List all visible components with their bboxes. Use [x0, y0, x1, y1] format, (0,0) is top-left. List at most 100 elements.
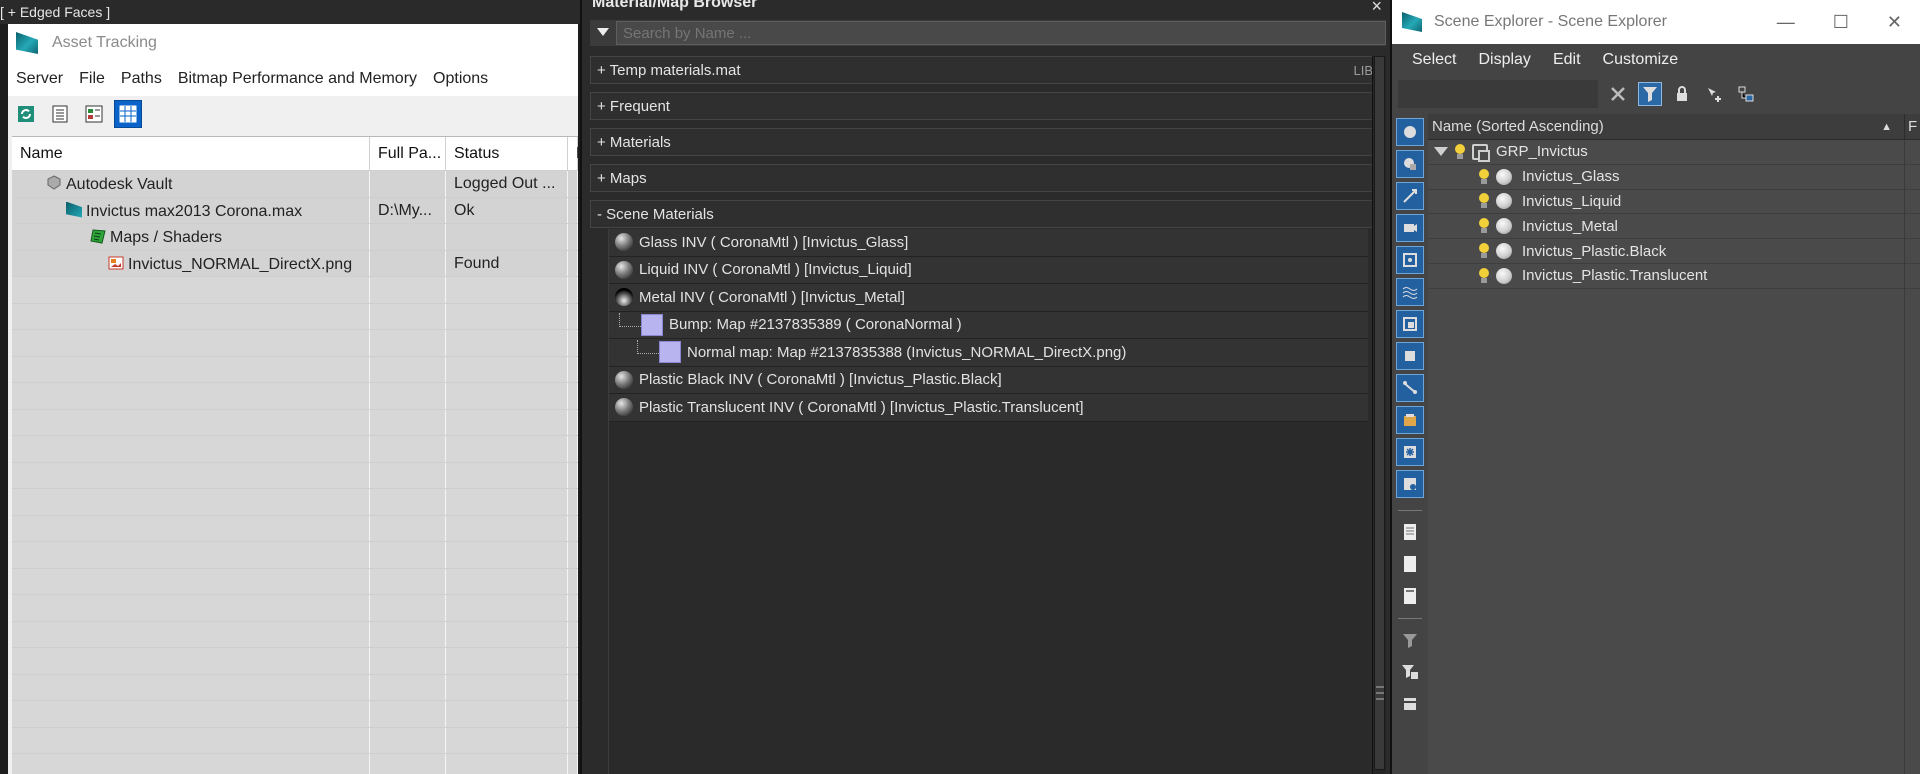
tree-row-object[interactable]: Invictus_Liquid	[1428, 189, 1920, 215]
display-groups-button[interactable]	[1396, 310, 1424, 338]
map-item[interactable]: Bump: Map #2137835389 ( CoronaNormal )	[609, 311, 1368, 339]
material-label: Liquid INV ( CoronaMtl ) [Invictus_Liqui…	[639, 261, 912, 279]
menu-file[interactable]: File	[79, 70, 105, 88]
tree-row-object[interactable]: Invictus_Plastic.Translucent	[1428, 263, 1920, 289]
close-icon	[1611, 87, 1625, 101]
group-materials[interactable]: + Materials	[590, 128, 1382, 156]
close-button[interactable]: ✕	[1887, 12, 1902, 33]
scrollbar[interactable]	[1372, 56, 1386, 774]
display-lights-button[interactable]	[1396, 214, 1424, 242]
scrollbar[interactable]	[1904, 140, 1920, 774]
display-all-button[interactable]	[1396, 518, 1424, 546]
menu-options[interactable]: Options	[433, 70, 488, 88]
select-dependents-button[interactable]	[1734, 82, 1758, 106]
table-cell	[568, 303, 578, 329]
browser-options-dropdown[interactable]	[590, 26, 616, 41]
table-cell	[568, 409, 578, 435]
menu-edit[interactable]: Edit	[1553, 51, 1581, 69]
lightbulb-icon[interactable]	[1454, 143, 1466, 160]
display-hidden-button[interactable]	[1396, 470, 1424, 498]
display-invert-button[interactable]	[1396, 582, 1424, 610]
tree-row-object[interactable]: Invictus_Glass	[1428, 164, 1920, 190]
material-item[interactable]: Metal INV ( CoronaMtl ) [Invictus_Metal]	[609, 284, 1368, 312]
empty-table-row	[12, 462, 578, 489]
resize-grip-icon[interactable]	[1376, 686, 1384, 700]
display-none-button[interactable]	[1396, 118, 1424, 146]
table-cell: Invictus_NORMAL_DirectX.png	[12, 250, 370, 276]
display-geometry-button[interactable]	[1396, 150, 1424, 178]
display-spacewarps-button[interactable]	[1396, 278, 1424, 306]
menu-paths[interactable]: Paths	[121, 70, 162, 88]
table-cell	[370, 330, 446, 356]
scrollbar-thumb[interactable]	[1374, 56, 1385, 770]
group-maps[interactable]: + Maps	[590, 164, 1382, 192]
select-children-button[interactable]	[1702, 82, 1726, 106]
group-temp-materials[interactable]: + Temp materials.mat LIB	[590, 56, 1382, 84]
filter-button[interactable]	[1396, 626, 1424, 654]
tree-row-object[interactable]: Invictus_Metal	[1428, 214, 1920, 240]
material-browser-title: Material/Map Browser	[592, 0, 758, 11]
filter-all-button[interactable]	[1396, 690, 1424, 718]
display-bones-button[interactable]	[1396, 374, 1424, 402]
lightbulb-icon[interactable]	[1478, 267, 1490, 284]
lightbulb-icon[interactable]	[1478, 243, 1490, 259]
lightbulb-icon[interactable]	[1478, 193, 1490, 209]
display-containers-button[interactable]	[1396, 406, 1424, 434]
group-frequent[interactable]: + Frequent	[590, 92, 1382, 120]
table-row[interactable]: Invictus max2013 Corona.max D:\My... Ok	[12, 197, 578, 224]
column-name[interactable]: Name	[12, 137, 370, 170]
detail-view-button[interactable]	[80, 100, 108, 128]
column-full-path[interactable]: Full Pa...	[370, 137, 446, 170]
display-objectxrefs-button[interactable]	[1396, 342, 1424, 370]
table-cell	[446, 674, 568, 700]
table-view-button[interactable]	[114, 100, 142, 128]
expand-triangle-icon[interactable]	[1434, 147, 1448, 157]
table-row[interactable]: Invictus_NORMAL_DirectX.png Found	[12, 250, 578, 277]
find-field[interactable]	[1398, 80, 1598, 108]
search-input[interactable]	[616, 21, 1386, 45]
column-extra[interactable]: F	[568, 137, 578, 170]
column-frozen[interactable]: F	[1904, 114, 1920, 140]
material-item[interactable]: Liquid INV ( CoronaMtl ) [Invictus_Liqui…	[609, 256, 1368, 284]
close-button[interactable]: ×	[1371, 0, 1382, 17]
material-sphere-icon	[615, 233, 633, 252]
lightbulb-icon[interactable]	[1478, 218, 1490, 234]
menu-server[interactable]: Server	[16, 70, 63, 88]
material-item[interactable]: Glass INV ( CoronaMtl ) [Invictus_Glass]	[609, 229, 1368, 257]
row-status: Found	[446, 250, 568, 276]
group-scene-materials[interactable]: - Scene Materials	[590, 200, 1382, 228]
refresh-button[interactable]	[12, 100, 40, 128]
filter-toggle-button[interactable]	[1638, 82, 1662, 106]
filter-by-layer-button[interactable]	[1396, 658, 1424, 686]
menu-display[interactable]: Display	[1478, 51, 1530, 69]
table-row[interactable]: Maps / Shaders	[12, 224, 578, 251]
column-status[interactable]: Status	[446, 137, 568, 170]
tree-row-group[interactable]: GRP_Invictus	[1428, 140, 1920, 165]
scene-explorer-menubar: Select Display Edit Customize	[1392, 44, 1920, 76]
display-frozen-button[interactable]	[1396, 438, 1424, 466]
maximize-button[interactable]: ☐	[1833, 12, 1849, 33]
table-row[interactable]: Autodesk Vault Logged Out ...	[12, 171, 578, 198]
list-view-button[interactable]	[46, 100, 74, 128]
clear-find-button[interactable]	[1606, 82, 1630, 106]
display-cameras-button[interactable]	[1396, 246, 1424, 274]
menu-select[interactable]: Select	[1412, 51, 1456, 69]
material-item[interactable]: Plastic Black INV ( CoronaMtl ) [Invictu…	[609, 366, 1368, 394]
table-cell	[568, 542, 578, 568]
column-name-sorted[interactable]: Name (Sorted Ascending)	[1432, 118, 1604, 135]
display-shapes-button[interactable]	[1396, 182, 1424, 210]
tree-row-object[interactable]: Invictus_Plastic.Black	[1428, 239, 1920, 264]
minimize-button[interactable]: —	[1777, 12, 1795, 33]
lock-icon	[1677, 86, 1687, 101]
film-icon	[1404, 698, 1416, 710]
map-item[interactable]: Normal map: Map #2137835388 (Invictus_NO…	[609, 339, 1368, 367]
lock-button[interactable]	[1670, 82, 1694, 106]
empty-table-row	[12, 542, 578, 569]
display-none-all-button[interactable]	[1396, 550, 1424, 578]
menu-customize[interactable]: Customize	[1603, 51, 1679, 69]
menu-bitmap-performance[interactable]: Bitmap Performance and Memory	[178, 70, 417, 88]
lightbulb-icon[interactable]	[1478, 168, 1490, 185]
material-item[interactable]: Plastic Translucent INV ( CoronaMtl ) [I…	[609, 394, 1368, 422]
row-status: Logged Out ...	[446, 171, 568, 197]
viewport-shading-label[interactable]: [ + Edged Faces ]	[0, 4, 110, 20]
